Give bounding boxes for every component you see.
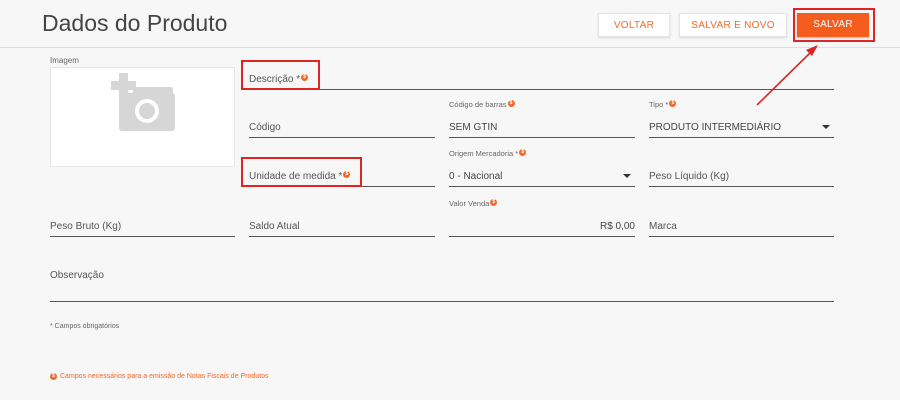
unit-label: Unidade de medida * $: [249, 171, 351, 182]
description-label: Descrição * $: [249, 74, 309, 85]
code-field[interactable]: Código: [249, 116, 435, 138]
sale-price-value: R$ 0,00: [599, 221, 635, 232]
add-photo-icon: [111, 73, 175, 131]
chevron-down-icon: [822, 125, 830, 129]
fiscal-required-icon: $: [507, 100, 515, 107]
fiscal-footnote: $ Campos necessários para a emissão de No…: [50, 373, 269, 380]
fiscal-required-icon: $: [301, 74, 309, 81]
barcode-value: SEM GTIN: [449, 122, 498, 133]
image-label: Imagem: [50, 56, 79, 65]
unit-field[interactable]: Unidade de medida * $: [249, 165, 435, 187]
sale-price-label: Valor Venda $: [449, 199, 498, 208]
page-title: Dados do Produto: [42, 10, 228, 36]
notes-label: Observação: [50, 270, 104, 281]
chevron-down-icon: [623, 174, 631, 178]
net-weight-field[interactable]: Peso Líquido (Kg): [649, 165, 834, 187]
origin-value: 0 - Nacional: [449, 171, 503, 182]
fiscal-required-icon: $: [519, 149, 527, 156]
type-value: PRODUTO INTERMEDIÁRIO: [649, 122, 782, 133]
save-button[interactable]: SALVAR: [797, 13, 869, 37]
fiscal-required-icon: $: [343, 171, 351, 178]
required-footnote: * Campos obrigatórios: [50, 323, 120, 330]
gross-weight-field[interactable]: Peso Bruto (Kg): [50, 215, 235, 237]
sale-price-field[interactable]: Valor Venda $ R$ 0,00: [449, 199, 635, 237]
back-button[interactable]: VOLTAR: [598, 13, 670, 37]
origin-label: Origem Mercadoria * $: [449, 149, 527, 158]
fiscal-required-icon: $: [50, 373, 57, 380]
stock-balance-label: Saldo Atual: [249, 221, 300, 232]
fiscal-required-icon: $: [669, 100, 677, 107]
net-weight-label: Peso Líquido (Kg): [649, 171, 730, 182]
type-label: Tipo * $: [649, 100, 677, 109]
description-field[interactable]: Descrição * $: [249, 68, 834, 90]
brand-label: Marca: [649, 221, 677, 232]
save-and-new-button[interactable]: SALVAR E NOVO: [679, 13, 787, 37]
type-select[interactable]: Tipo * $ PRODUTO INTERMEDIÁRIO: [649, 100, 834, 138]
page-header: Dados do Produto VOLTAR SALVAR E NOVO SA…: [0, 0, 900, 48]
fiscal-required-icon: $: [490, 199, 498, 206]
brand-field[interactable]: Marca: [649, 215, 834, 237]
notes-field[interactable]: Observação: [50, 266, 834, 302]
origin-select[interactable]: Origem Mercadoria * $ 0 - Nacional: [449, 149, 635, 187]
gross-weight-label: Peso Bruto (Kg): [50, 221, 122, 232]
code-label: Código: [249, 122, 281, 133]
barcode-label: Código de barras $: [449, 100, 515, 109]
stock-balance-field[interactable]: Saldo Atual: [249, 215, 435, 237]
image-upload-area[interactable]: [50, 67, 235, 167]
barcode-field[interactable]: Código de barras $ SEM GTIN: [449, 100, 635, 138]
